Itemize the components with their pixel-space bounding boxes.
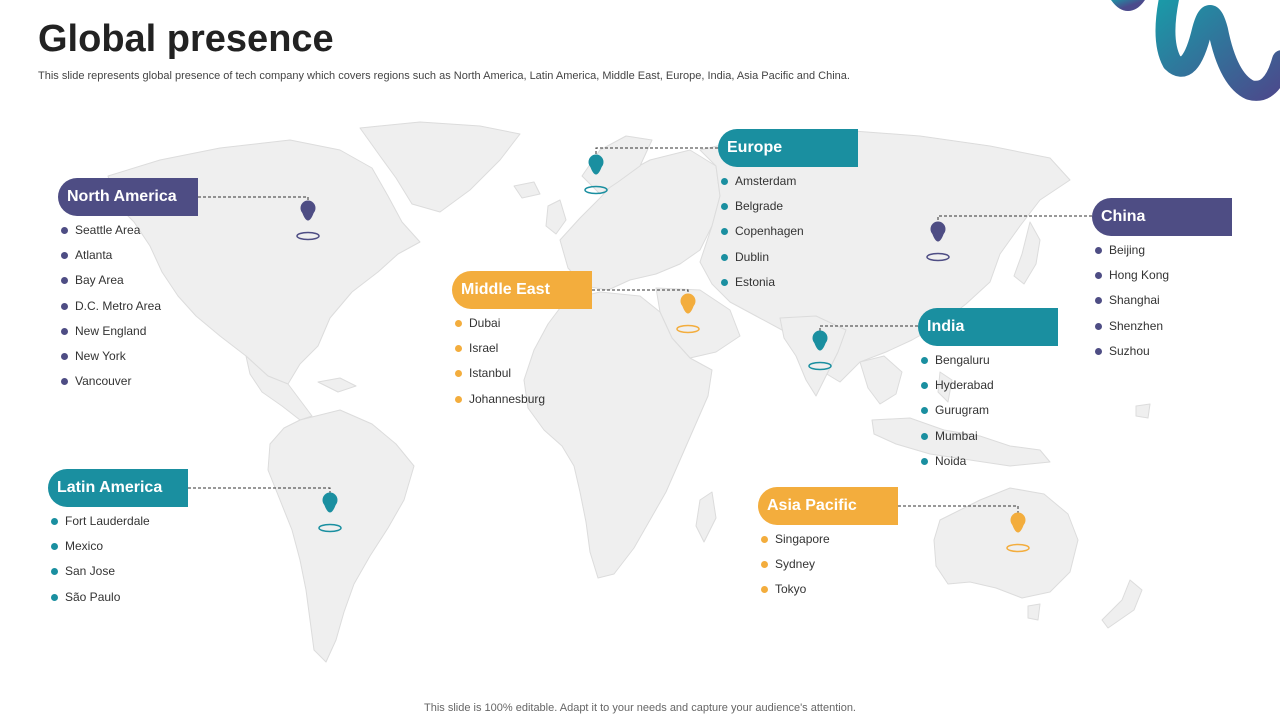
bullet-dot-icon — [61, 227, 68, 234]
list-item: São Paulo — [51, 585, 231, 610]
list-item: San Jose — [51, 559, 231, 584]
bullet-dot-icon — [1095, 247, 1102, 254]
bullet-dot-icon — [61, 352, 68, 360]
list-item: Seattle Area — [61, 218, 241, 243]
list-item: Hyderabad — [921, 373, 1101, 398]
list-item: Beijing — [1095, 238, 1245, 263]
region-label: Europe — [718, 129, 858, 167]
connector-asia-pacific — [898, 505, 1019, 514]
connector-middle-east — [592, 289, 689, 296]
bullet-dot-icon — [1095, 297, 1102, 305]
bullet-dot-icon — [61, 327, 68, 335]
connector-china — [937, 215, 1092, 223]
pin-middle-east-icon — [676, 293, 700, 334]
list-item: Shanghai — [1095, 288, 1245, 313]
region-label: Latin America — [48, 469, 188, 507]
bullet-dot-icon — [921, 357, 928, 364]
list-item: Suzhou — [1095, 339, 1245, 364]
bullet-dot-icon — [61, 378, 68, 386]
bullet-dot-icon — [721, 278, 728, 286]
list-item: Bay Area — [61, 268, 241, 293]
bullet-dot-icon — [921, 407, 928, 415]
list-item: Gurugram — [921, 398, 1101, 423]
bullet-dot-icon — [51, 593, 58, 601]
bullet-dot-icon — [1095, 347, 1102, 355]
region-label: North America — [58, 178, 198, 216]
region-label: China — [1092, 198, 1232, 236]
list-item: New England — [61, 319, 241, 344]
bullet-dot-icon — [721, 178, 728, 185]
list-item: Mumbai — [921, 424, 1101, 449]
bullet-dot-icon — [51, 543, 58, 551]
connector-india — [819, 325, 918, 332]
list-item: Hong Kong — [1095, 263, 1245, 288]
city-list: Dubai Israel Istanbul Johannesburg — [455, 311, 635, 412]
list-item: Estonia — [721, 270, 901, 295]
list-item: Tokyo — [761, 577, 941, 602]
bullet-dot-icon — [1095, 272, 1102, 280]
connector-europe — [595, 147, 718, 157]
list-item: Dubai — [455, 311, 635, 336]
city-list: Fort Lauderdale Mexico San Jose São Paul… — [51, 509, 231, 610]
bullet-dot-icon — [455, 345, 462, 353]
list-item: New York — [61, 344, 241, 369]
bullet-dot-icon — [455, 320, 462, 327]
list-item: Singapore — [761, 527, 941, 552]
list-item: Shenzhen — [1095, 314, 1245, 339]
list-item: Vancouver — [61, 369, 241, 394]
list-item: Istanbul — [455, 361, 635, 386]
bullet-dot-icon — [61, 252, 68, 260]
bullet-dot-icon — [761, 586, 768, 594]
list-item: Fort Lauderdale — [51, 509, 231, 534]
bullet-dot-icon — [921, 432, 928, 440]
region-label: India — [918, 308, 1058, 346]
list-item: Israel — [455, 336, 635, 361]
list-item: Amsterdam — [721, 169, 901, 194]
bullet-dot-icon — [61, 277, 68, 285]
bullet-dot-icon — [721, 228, 728, 236]
bullet-dot-icon — [51, 518, 58, 525]
city-list: Seattle Area Atlanta Bay Area D.C. Metro… — [61, 218, 241, 394]
list-item: Copenhagen — [721, 219, 901, 244]
bullet-dot-icon — [455, 370, 462, 378]
bullet-dot-icon — [721, 253, 728, 261]
region-label: Middle East — [452, 271, 592, 309]
city-list: Bengaluru Hyderabad Gurugram Mumbai Noid… — [921, 348, 1101, 474]
list-item: Atlanta — [61, 243, 241, 268]
list-item: Mexico — [51, 534, 231, 559]
connector-north-america — [198, 196, 309, 203]
city-list: Beijing Hong Kong Shanghai Shenzhen Suzh… — [1095, 238, 1245, 364]
pin-europe-icon — [584, 154, 608, 195]
footer-note: This slide is 100% editable. Adapt it to… — [424, 702, 856, 714]
list-item: Johannesburg — [455, 387, 635, 412]
bullet-dot-icon — [1095, 322, 1102, 330]
list-item: Bengaluru — [921, 348, 1101, 373]
list-item: D.C. Metro Area — [61, 294, 241, 319]
bullet-dot-icon — [51, 568, 58, 576]
pin-asia-pacific-icon — [1006, 512, 1030, 553]
bullet-dot-icon — [455, 395, 462, 403]
pin-north-america-icon — [296, 200, 320, 241]
bullet-dot-icon — [61, 302, 68, 310]
pin-india-icon — [808, 330, 832, 371]
bullet-dot-icon — [921, 382, 928, 390]
list-item: Noida — [921, 449, 1101, 474]
bullet-dot-icon — [761, 536, 768, 543]
pin-latin-america-icon — [318, 492, 342, 533]
region-label: Asia Pacific — [758, 487, 898, 525]
list-item: Belgrade — [721, 194, 901, 219]
list-item: Dublin — [721, 245, 901, 270]
pin-china-icon — [926, 221, 950, 262]
list-item: Sydney — [761, 552, 941, 577]
connector-latin-america — [188, 487, 331, 494]
bullet-dot-icon — [921, 457, 928, 465]
city-list: Singapore Sydney Tokyo — [761, 527, 941, 603]
bullet-dot-icon — [721, 203, 728, 211]
city-list: Amsterdam Belgrade Copenhagen Dublin Est… — [721, 169, 901, 295]
bullet-dot-icon — [761, 561, 768, 569]
